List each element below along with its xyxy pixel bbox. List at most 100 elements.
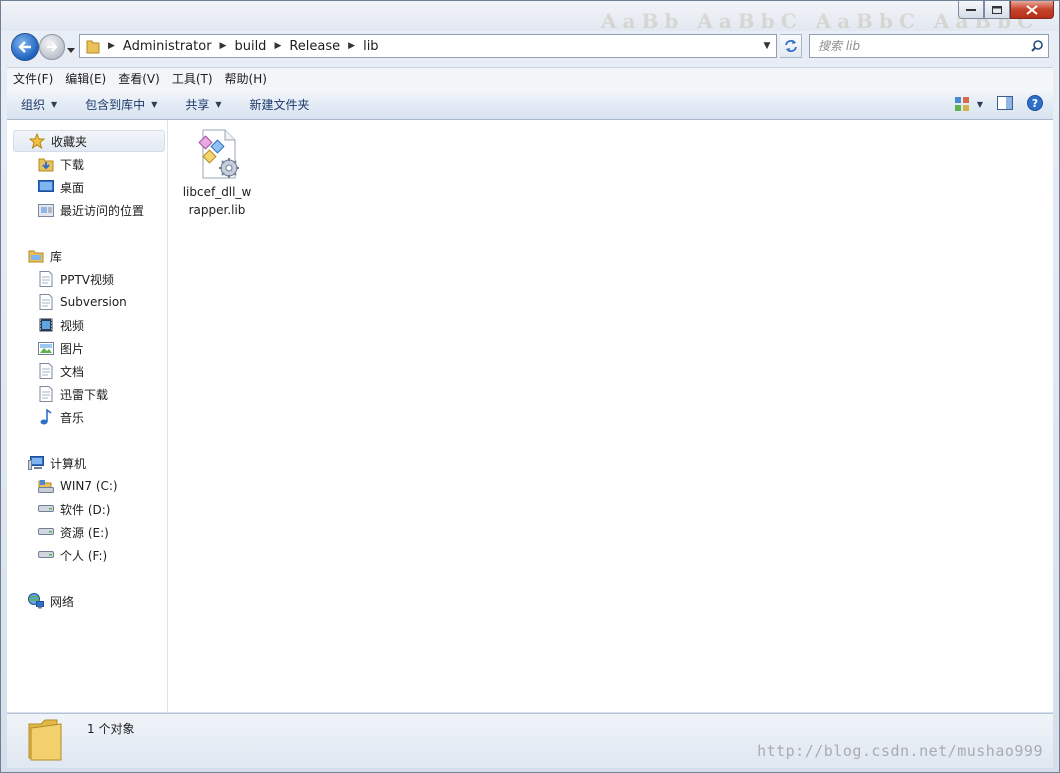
breadcrumb-item[interactable]: lib <box>363 39 378 54</box>
organize-label: 组织 <box>21 97 46 112</box>
recent-pages-dropdown[interactable] <box>67 42 75 56</box>
breadcrumb: ▶ Administrator ▶ build ▶ Release ▶ lib <box>80 35 758 57</box>
breadcrumb-item[interactable]: build <box>234 39 266 54</box>
back-button[interactable] <box>11 33 39 61</box>
hard-drive-icon <box>37 551 55 559</box>
new-folder-button[interactable]: 新建文件夹 <box>240 96 320 113</box>
nav-libraries[interactable]: 库 <box>13 245 165 267</box>
nav-favorites[interactable]: 收藏夹 <box>13 130 165 152</box>
chevron-down-icon: ▼ <box>151 99 158 109</box>
title-bar[interactable]: AaBb AaBbC AaBbC AaBbC <box>1 1 1059 33</box>
nav-network[interactable]: 网络 <box>13 590 165 612</box>
lib-file-icon <box>198 129 239 179</box>
folder-icon <box>27 718 65 765</box>
nav-item-music[interactable]: 音乐 <box>13 406 165 428</box>
refresh-icon <box>784 40 797 52</box>
breadcrumb-chevron-icon[interactable]: ▶ <box>274 41 281 51</box>
breadcrumb-item[interactable]: Administrator <box>123 39 212 54</box>
refresh-button[interactable] <box>780 34 802 58</box>
file-list: libcef_dll_wrapper.lib <box>168 120 1053 712</box>
file-name: libcef_dll_wrapper.lib <box>182 185 252 217</box>
menu-tools[interactable]: 工具(T) <box>166 70 219 87</box>
nav-item-label: 迅雷下载 <box>60 387 109 402</box>
back-arrow-icon <box>18 41 31 53</box>
downloads-folder-icon <box>37 156 55 172</box>
search-box[interactable] <box>809 34 1049 58</box>
help-button[interactable]: ? <box>1027 94 1043 114</box>
breadcrumb-item[interactable]: Release <box>289 39 340 54</box>
nav-item-label: 文档 <box>60 364 85 379</box>
preview-pane-button[interactable] <box>997 95 1013 113</box>
breadcrumb-chevron-icon[interactable]: ▶ <box>108 41 115 51</box>
document-icon <box>37 363 55 379</box>
nav-item-subversion[interactable]: Subversion <box>13 291 165 313</box>
nav-item-pptv[interactable]: PPTV视频 <box>13 268 165 290</box>
share-button[interactable]: 共享 ▼ <box>175 96 231 113</box>
nav-item-drive-d[interactable]: 软件 (D:) <box>13 498 165 520</box>
search-icon[interactable] <box>1026 40 1048 52</box>
folder-icon <box>86 38 100 54</box>
forward-arrow-icon <box>47 42 58 52</box>
menu-edit[interactable]: 编辑(E) <box>59 70 112 87</box>
search-input[interactable] <box>810 35 1026 57</box>
picture-icon <box>37 341 55 355</box>
maximize-button[interactable] <box>984 1 1010 19</box>
menu-view[interactable]: 查看(V) <box>112 70 166 87</box>
nav-item-drive-f[interactable]: 个人 (F:) <box>13 544 165 566</box>
menu-help[interactable]: 帮助(H) <box>219 70 273 87</box>
chevron-down-icon: ▼ <box>51 99 58 109</box>
navigation-pane: 收藏夹 下载 桌面 最近访问的位置 库 PPTV视频 Subversion 视频… <box>7 120 168 712</box>
organize-button[interactable]: 组织 ▼ <box>7 96 67 113</box>
nav-item-drive-e[interactable]: 资源 (E:) <box>13 521 165 543</box>
file-item[interactable]: libcef_dll_wrapper.lib <box>182 128 252 219</box>
view-options-icon <box>954 97 969 111</box>
include-in-library-button[interactable]: 包含到库中 ▼ <box>75 96 167 113</box>
nav-item-recent-places[interactable]: 最近访问的位置 <box>13 199 165 221</box>
help-icon: ? <box>1027 94 1043 111</box>
hard-drive-icon <box>37 528 55 536</box>
document-library-icon <box>37 386 55 402</box>
menu-bar: 文件(F) 编辑(E) 查看(V) 工具(T) 帮助(H) <box>7 67 1053 89</box>
share-label: 共享 <box>185 97 210 112</box>
nav-favorites-label: 收藏夹 <box>51 134 88 149</box>
nav-item-label: 软件 (D:) <box>60 502 111 517</box>
star-icon <box>28 133 46 149</box>
nav-item-pictures[interactable]: 图片 <box>13 337 165 359</box>
breadcrumb-chevron-icon[interactable]: ▶ <box>220 41 227 51</box>
close-button[interactable] <box>1010 1 1054 19</box>
nav-item-label: 视频 <box>60 318 85 333</box>
menu-file[interactable]: 文件(F) <box>7 70 59 87</box>
nav-item-label: 下载 <box>60 157 85 172</box>
nav-libraries-label: 库 <box>50 249 63 264</box>
nav-computer[interactable]: 计算机 <box>13 452 165 474</box>
command-bar: 组织 ▼ 包含到库中 ▼ 共享 ▼ 新建文件夹 ▼ ? <box>7 89 1053 120</box>
chevron-down-icon: ▼ <box>215 99 222 109</box>
address-bar[interactable]: ▶ Administrator ▶ build ▶ Release ▶ lib … <box>79 34 777 58</box>
command-bar-right: ▼ ? <box>954 89 1043 119</box>
minimize-icon <box>966 8 976 11</box>
forward-button[interactable] <box>39 34 65 60</box>
chevron-down-icon <box>67 48 75 53</box>
svg-text:?: ? <box>1032 97 1038 110</box>
chevron-down-icon: ▼ <box>976 99 983 109</box>
nav-item-label: 个人 (F:) <box>60 548 108 563</box>
nav-item-thunder-downloads[interactable]: 迅雷下载 <box>13 383 165 405</box>
include-in-library-label: 包含到库中 <box>85 97 146 112</box>
network-icon <box>27 593 45 609</box>
recent-places-icon <box>37 202 55 218</box>
breadcrumb-chevron-icon[interactable]: ▶ <box>348 41 355 51</box>
nav-item-label: 最近访问的位置 <box>60 203 145 218</box>
new-folder-label: 新建文件夹 <box>249 97 310 112</box>
nav-item-drive-c[interactable]: WIN7 (C:) <box>13 475 165 497</box>
change-view-button[interactable]: ▼ <box>954 97 983 111</box>
minimize-button[interactable] <box>958 1 984 19</box>
nav-item-documents[interactable]: 文档 <box>13 360 165 382</box>
music-note-icon <box>37 409 55 425</box>
video-icon <box>37 318 55 332</box>
nav-item-label: 桌面 <box>60 180 85 195</box>
nav-item-downloads[interactable]: 下载 <box>13 153 165 175</box>
address-history-dropdown[interactable]: ▼ <box>758 41 776 51</box>
nav-item-videos[interactable]: 视频 <box>13 314 165 336</box>
nav-item-desktop[interactable]: 桌面 <box>13 176 165 198</box>
status-bar: 1 个对象 http://blog.csdn.net/mushao999 <box>7 713 1053 768</box>
